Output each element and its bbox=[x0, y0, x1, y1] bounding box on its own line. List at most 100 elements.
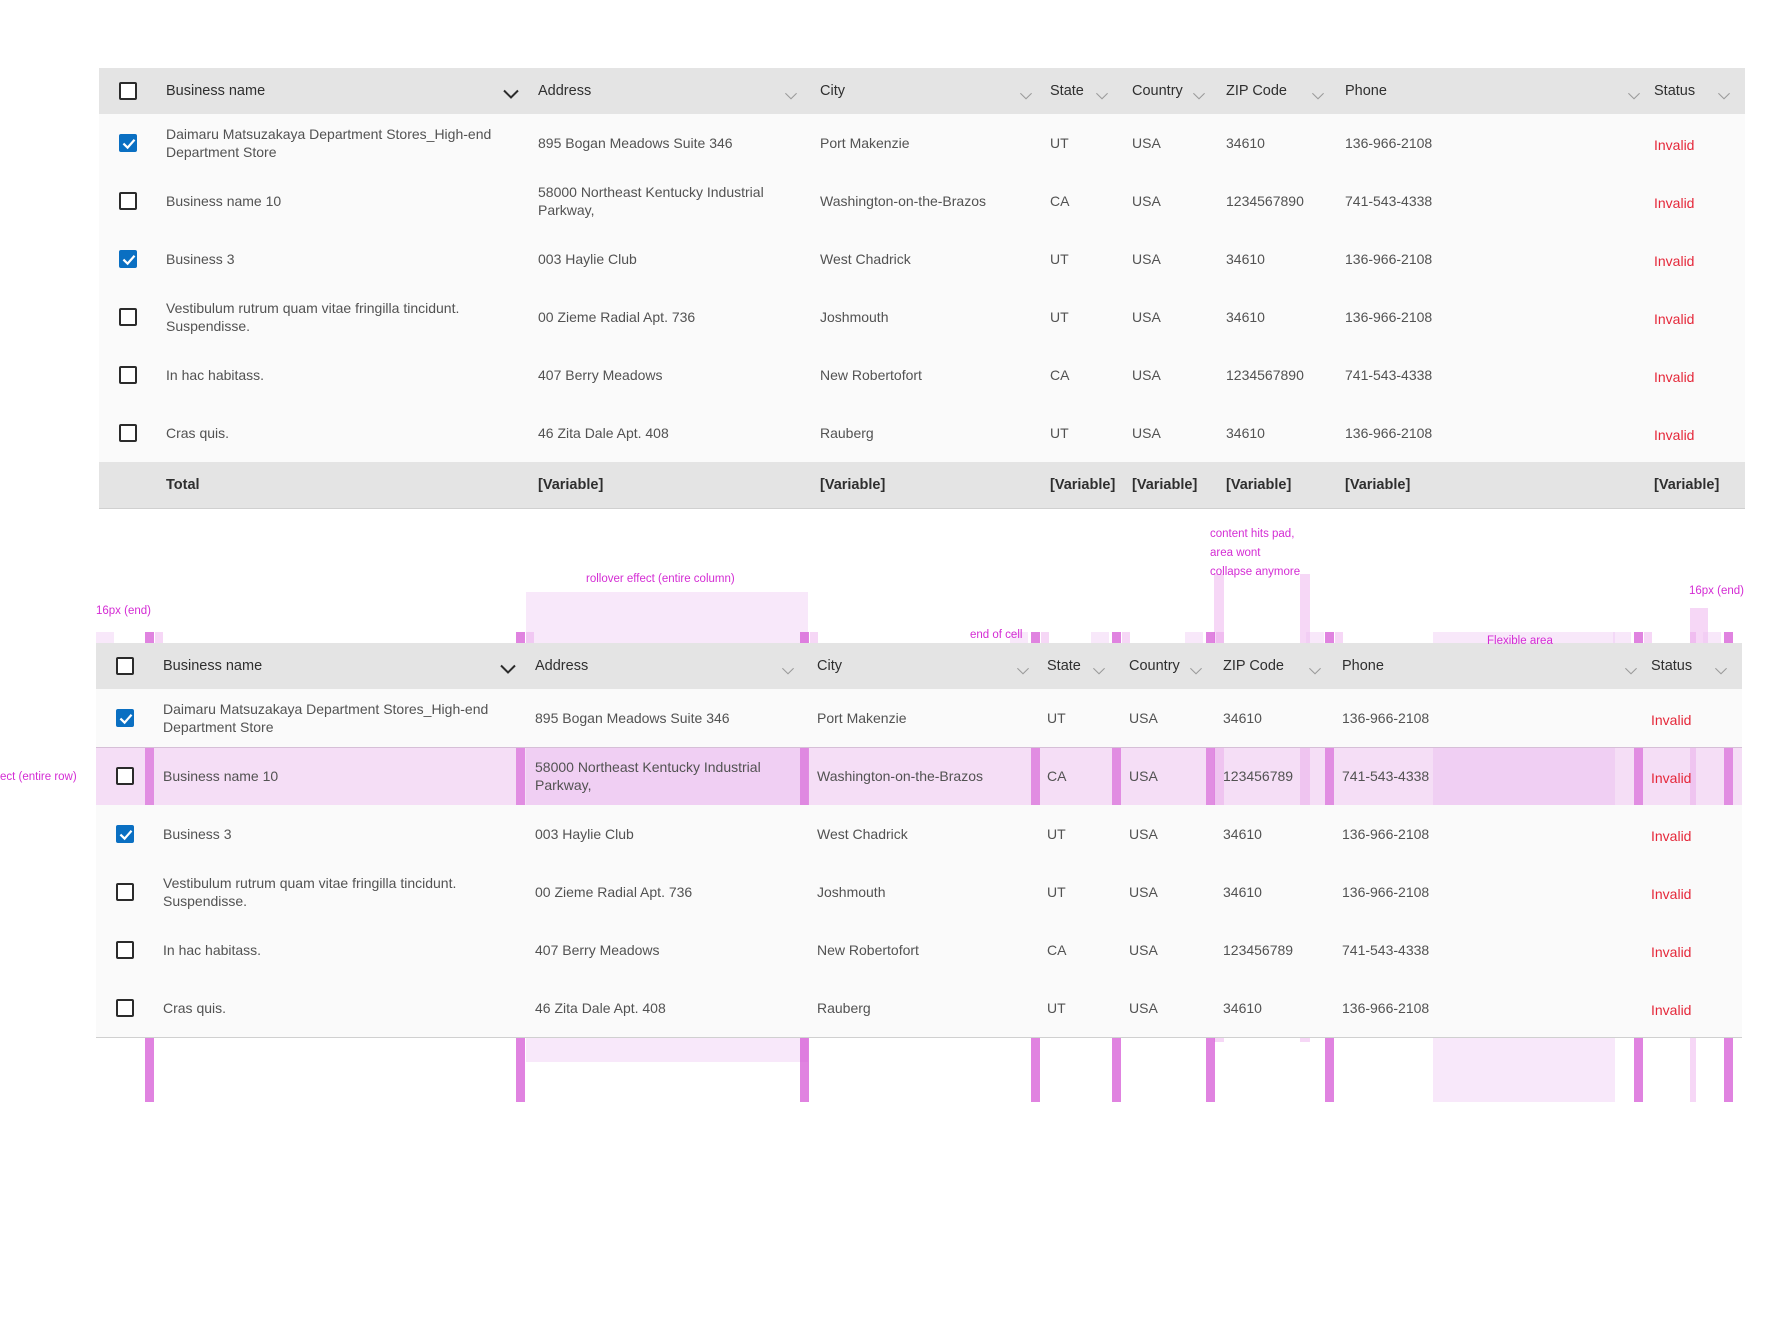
row-checkbox[interactable] bbox=[119, 134, 137, 152]
column-header-state[interactable]: State bbox=[1050, 68, 1132, 114]
row-checkbox[interactable] bbox=[119, 366, 137, 384]
row-checkbox[interactable] bbox=[119, 308, 137, 326]
row-checkbox[interactable] bbox=[119, 192, 137, 210]
chevron-down-icon[interactable] bbox=[500, 661, 516, 674]
cell-status: Invalid bbox=[1651, 885, 1692, 902]
annotation-flexible-area: Flexible area bbox=[1487, 635, 1553, 647]
column-header-country[interactable]: Country bbox=[1132, 68, 1226, 114]
column-header-label: Country bbox=[1132, 83, 1183, 99]
cell-address: 00 Zieme Radial Apt. 736 bbox=[538, 309, 696, 325]
table-row[interactable]: Business 3 003 Haylie Club West Chadrick UT… bbox=[99, 230, 1745, 289]
chevron-down-icon[interactable] bbox=[503, 86, 519, 99]
chevron-down-icon[interactable] bbox=[1095, 87, 1111, 100]
column-header-address[interactable]: Address bbox=[538, 68, 820, 114]
column-header-business-name[interactable]: Business name bbox=[163, 643, 535, 689]
cell-zip-code: 34610 bbox=[1226, 425, 1265, 441]
cell-status: Invalid bbox=[1654, 136, 1695, 153]
row-checkbox[interactable] bbox=[116, 999, 134, 1017]
table-row[interactable]: Business name 10 58000 Northeast Kentucky… bbox=[96, 747, 1742, 806]
table-row[interactable]: Cras quis. 46 Zita Dale Apt. 408 Rauberg UT… bbox=[96, 979, 1742, 1038]
row-checkbox[interactable] bbox=[119, 250, 137, 268]
select-all-checkbox[interactable] bbox=[119, 82, 137, 100]
cell-state: UT bbox=[1047, 1000, 1066, 1016]
table-row[interactable]: In hac habitass. 407 Berry Meadows New Rob… bbox=[99, 346, 1745, 405]
cell-zip-code: 123456789 bbox=[1223, 942, 1294, 958]
column-header-label: Status bbox=[1651, 658, 1693, 674]
column-header-country[interactable]: Country bbox=[1129, 643, 1223, 689]
column-header-zip-code[interactable]: ZIP Code bbox=[1226, 68, 1345, 114]
cell-phone: 741-543-4338 bbox=[1342, 942, 1430, 958]
cell-phone: 136-966-2108 bbox=[1345, 425, 1433, 441]
chevron-down-icon[interactable] bbox=[1189, 662, 1205, 675]
cell-address: 58000 Northeast Kentucky Industrial Park… bbox=[535, 759, 761, 793]
chevron-down-icon[interactable] bbox=[1624, 662, 1640, 675]
table-row[interactable]: Vestibulum rutrum quam vitae fringilla t… bbox=[99, 288, 1745, 347]
cell-city: Port Makenzie bbox=[817, 710, 907, 726]
column-header-phone[interactable]: Phone bbox=[1345, 68, 1654, 114]
cell-state: UT bbox=[1050, 309, 1069, 325]
chevron-down-icon[interactable] bbox=[1192, 87, 1208, 100]
cell-city: West Chadrick bbox=[817, 826, 908, 842]
cell-address: 407 Berry Meadows bbox=[535, 942, 660, 958]
cell-address: 46 Zita Dale Apt. 408 bbox=[535, 1000, 666, 1016]
row-checkbox[interactable] bbox=[116, 825, 134, 843]
column-header-state[interactable]: State bbox=[1047, 643, 1129, 689]
annotation-pad-end: 16px (end) bbox=[1689, 585, 1744, 597]
cell-country: USA bbox=[1132, 367, 1161, 383]
table-row[interactable]: Daimaru Matsuzakaya Department Stores_Hi… bbox=[96, 689, 1742, 748]
annotation-content-pad-3: collapse anymore bbox=[1210, 566, 1301, 578]
chevron-down-icon[interactable] bbox=[1311, 87, 1327, 100]
row-checkbox[interactable] bbox=[116, 941, 134, 959]
chevron-down-icon[interactable] bbox=[781, 662, 797, 675]
cell-zip-code: 34610 bbox=[1223, 826, 1262, 842]
row-checkbox[interactable] bbox=[116, 709, 134, 727]
column-header-label: State bbox=[1050, 83, 1084, 99]
table-row[interactable]: Business 3 003 Haylie Club West Chadrick UT… bbox=[96, 805, 1742, 864]
column-header-address[interactable]: Address bbox=[535, 643, 817, 689]
column-header-zip-code[interactable]: ZIP Code bbox=[1223, 643, 1342, 689]
chevron-down-icon[interactable] bbox=[1627, 87, 1643, 100]
cell-city: Joshmouth bbox=[820, 309, 889, 325]
chevron-down-icon[interactable] bbox=[1019, 87, 1035, 100]
total-country: [Variable] bbox=[1132, 477, 1198, 493]
table-row[interactable]: Daimaru Matsuzakaya Department Stores_Hi… bbox=[99, 114, 1745, 173]
row-checkbox[interactable] bbox=[119, 424, 137, 442]
cell-address: 895 Bogan Meadows Suite 346 bbox=[538, 135, 733, 151]
column-header-city[interactable]: City bbox=[820, 68, 1050, 114]
column-header-city[interactable]: City bbox=[817, 643, 1047, 689]
cell-city: Rauberg bbox=[820, 425, 874, 441]
total-phone: [Variable] bbox=[1345, 477, 1411, 493]
chevron-down-icon[interactable] bbox=[1308, 662, 1324, 675]
total-state: [Variable] bbox=[1050, 477, 1116, 493]
row-checkbox[interactable] bbox=[116, 767, 134, 785]
annotation-row-hover: ect (entire row) bbox=[0, 771, 77, 783]
column-header-label: City bbox=[817, 658, 842, 674]
table-row[interactable]: Business name 10 58000 Northeast Kentucky… bbox=[99, 172, 1745, 231]
cell-country: USA bbox=[1129, 884, 1158, 900]
chevron-down-icon[interactable] bbox=[1092, 662, 1108, 675]
cell-phone: 136-966-2108 bbox=[1345, 251, 1433, 267]
cell-phone: 136-966-2108 bbox=[1342, 884, 1430, 900]
table-row[interactable]: In hac habitass. 407 Berry Meadows New Rob… bbox=[96, 921, 1742, 980]
cell-business-name: In hac habitass. bbox=[163, 942, 262, 958]
business-table: Business name Address City State Country ZIP … bbox=[99, 68, 1745, 515]
chevron-down-icon[interactable] bbox=[784, 87, 800, 100]
table-row[interactable]: Vestibulum rutrum quam vitae fringilla t… bbox=[96, 863, 1742, 922]
column-header-label: Business name bbox=[163, 658, 263, 674]
chevron-down-icon[interactable] bbox=[1016, 662, 1032, 675]
chevron-down-icon[interactable] bbox=[1714, 662, 1730, 675]
column-header-business-name[interactable]: Business name bbox=[166, 68, 538, 114]
cell-phone: 136-966-2108 bbox=[1345, 309, 1433, 325]
cell-zip-code: 34610 bbox=[1226, 135, 1265, 151]
select-all-checkbox[interactable] bbox=[116, 657, 134, 675]
annotation-pad-start: 16px (end) bbox=[96, 605, 151, 617]
table-row[interactable]: Cras quis. 46 Zita Dale Apt. 408 Rauberg UT… bbox=[99, 404, 1745, 463]
row-checkbox[interactable] bbox=[116, 883, 134, 901]
cell-zip-code: 1234567890 bbox=[1226, 193, 1304, 209]
cell-business-name: Business 3 bbox=[163, 826, 232, 842]
cell-country: USA bbox=[1132, 193, 1161, 209]
cell-status: Invalid bbox=[1651, 769, 1692, 786]
chevron-down-icon[interactable] bbox=[1717, 87, 1733, 100]
cell-zip-code: 1234567890 bbox=[1226, 367, 1304, 383]
cell-address: 46 Zita Dale Apt. 408 bbox=[538, 425, 669, 441]
